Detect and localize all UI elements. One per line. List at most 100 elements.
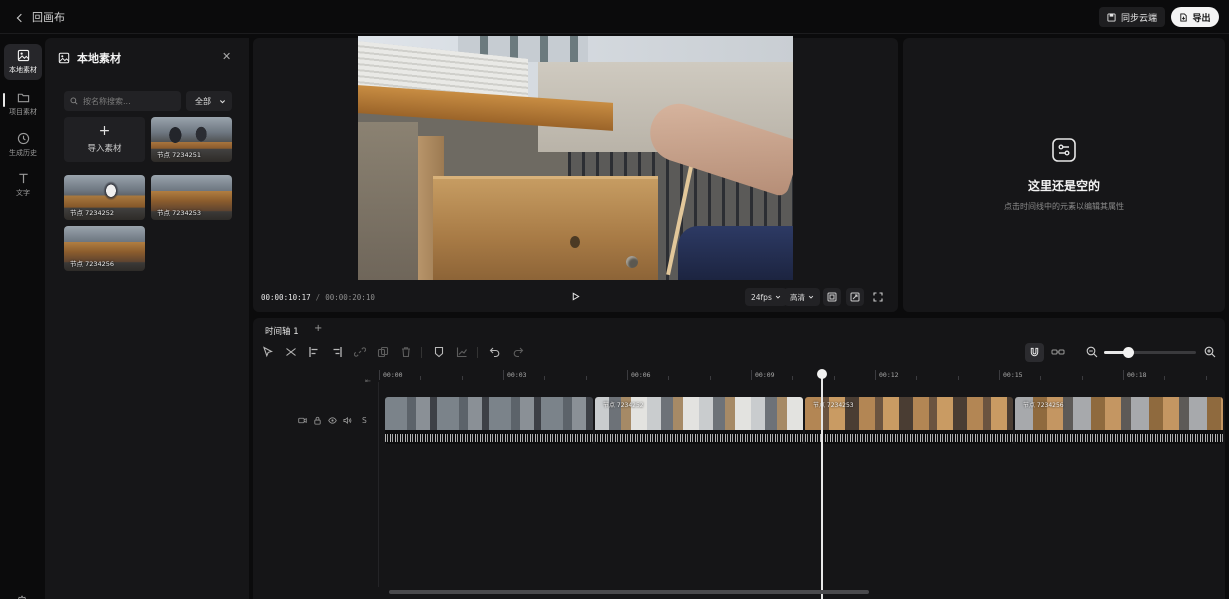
fullscreen-icon[interactable] (872, 291, 884, 303)
sync-label: 同步云端 (1121, 13, 1158, 24)
export-icon (1180, 12, 1188, 22)
ruler-tick-label: 00:15 (1003, 371, 1023, 379)
eye-icon[interactable] (328, 416, 337, 425)
sync-cloud-button[interactable]: 同步云端 (1099, 7, 1166, 27)
zoom-in-icon[interactable] (1204, 346, 1216, 358)
time-ruler[interactable]: 00:00 00:03 00:06 00:09 00:12 00:15 00:18 (379, 368, 1225, 382)
magnet-icon (1030, 347, 1039, 357)
clip-frames (385, 397, 593, 430)
gear-icon[interactable] (15, 595, 29, 599)
snap-magnet-button[interactable] (1025, 343, 1044, 362)
marker-icon[interactable] (433, 346, 445, 358)
export-button[interactable]: 导出 (1171, 7, 1219, 27)
assets-title-text: 本地素材 (77, 52, 121, 65)
ruler-minor-tick (585, 376, 587, 380)
align-right-icon[interactable] (331, 346, 343, 358)
asset-thumbnail[interactable]: 节点 7234256 (64, 226, 145, 271)
close-icon[interactable]: ✕ (222, 51, 232, 62)
chevron-down-icon (775, 295, 781, 299)
clip-caption: 节点 7234252 (603, 402, 644, 409)
playhead[interactable] (817, 369, 827, 599)
timeline-clip[interactable]: 节点 7234253 (805, 397, 1013, 444)
volume-icon[interactable] (343, 416, 352, 425)
aspect-ratio-button[interactable] (823, 288, 841, 306)
ruler-minor-tick (1164, 376, 1166, 380)
copy-icon[interactable] (377, 346, 389, 358)
align-left-icon[interactable] (308, 346, 320, 358)
left-rail: 本地素材 项目素材 生成历史 文字 (0, 38, 45, 599)
top-bar: 回画布 同步云端 导出 (0, 0, 1229, 34)
ruler-minor-tick (668, 376, 670, 380)
link-icon[interactable] (353, 346, 367, 358)
link-tracks-icon[interactable] (1051, 346, 1065, 358)
playhead-handle[interactable] (817, 369, 827, 379)
clip-caption: 节点 7234253 (813, 402, 854, 409)
video-track-icon[interactable] (298, 416, 307, 425)
undo-icon[interactable] (489, 346, 501, 358)
safe-area-icon (850, 292, 860, 302)
timeline-clip[interactable] (385, 397, 593, 444)
redo-icon[interactable] (512, 346, 524, 358)
assets-panel: 本地素材 ✕ 按名称搜索... 全部 + 导入素材 节点 7234251 节点 … (45, 38, 249, 599)
add-timeline-button[interactable]: + (314, 323, 322, 334)
rail-item-project-assets[interactable]: 项目素材 (4, 86, 42, 122)
folder-icon (17, 93, 29, 103)
ruler-minor-tick (792, 376, 794, 380)
ruler-tick-label: 00:06 (631, 371, 651, 379)
time-separator: / (315, 293, 321, 302)
timeline-scrollbar-thumb[interactable] (389, 590, 869, 594)
rail-label: 文字 (16, 189, 30, 197)
ruler-minor-tick (544, 376, 546, 380)
timeline-clip[interactable]: 节点 7234252 (595, 397, 803, 444)
rail-item-history[interactable]: 生成历史 (4, 127, 42, 163)
quality-select[interactable]: 高清 (784, 288, 820, 306)
asset-thumbnail[interactable]: 节点 7234252 (64, 175, 145, 220)
rail-item-local-assets[interactable]: 本地素材 (4, 44, 42, 80)
import-assets-button[interactable]: + 导入素材 (64, 117, 145, 162)
back-to-canvas-button[interactable]: 回画布 (16, 9, 65, 25)
chevron-left-icon (16, 13, 26, 22)
select-tool-icon[interactable] (262, 346, 274, 358)
timeline-scrollbar[interactable] (379, 588, 1225, 596)
aspect-ratio-icon (827, 292, 837, 302)
import-label: 导入素材 (87, 144, 122, 154)
fps-select[interactable]: 24fps (745, 288, 787, 306)
audio-waveform (1015, 434, 1223, 442)
rail-item-text[interactable]: 文字 (4, 167, 42, 203)
search-input[interactable]: 按名称搜索... (64, 91, 181, 111)
zoom-slider-handle[interactable] (1122, 347, 1134, 358)
ruler-major-tick (1123, 370, 1124, 380)
ruler-minor-tick (1081, 376, 1083, 380)
split-tool-icon[interactable] (285, 346, 297, 358)
asset-thumbnail[interactable]: 节点 7234251 (151, 117, 232, 162)
video-drawer-hole (570, 236, 580, 248)
preview-panel: 00:00:10:17 / 00:00:20:10 24fps 高清 (253, 36, 898, 312)
zoom-slider[interactable] (1104, 347, 1196, 358)
play-icon[interactable] (571, 292, 580, 301)
plus-icon: + (98, 123, 111, 139)
curve-icon[interactable] (456, 346, 468, 358)
delete-icon[interactable] (400, 346, 412, 358)
rail-label: 项目素材 (9, 108, 37, 116)
safe-area-button[interactable] (846, 288, 864, 306)
lock-icon[interactable] (313, 416, 322, 425)
zoom-out-icon[interactable] (1086, 346, 1098, 358)
video-sleeve (678, 226, 793, 280)
filter-select[interactable]: 全部 (186, 91, 232, 111)
tab-timeline-1[interactable]: 时间轴 1 (265, 325, 299, 337)
asset-thumbnail[interactable]: 节点 7234253 (151, 175, 232, 220)
search-icon (70, 97, 78, 105)
chevron-down-icon (808, 295, 814, 299)
search-placeholder: 按名称搜索... (83, 96, 131, 106)
audio-waveform (385, 434, 593, 442)
ruler-tick-label: 00:12 (879, 371, 899, 379)
track-solo-label[interactable]: S (362, 416, 367, 425)
video-drawer-knob (626, 256, 638, 268)
ruler-minor-tick (1205, 376, 1207, 380)
asset-caption: 节点 7234253 (157, 209, 202, 217)
audio-waveform (595, 434, 803, 442)
video-preview[interactable] (358, 36, 793, 280)
image-icon (17, 49, 29, 62)
timeline-clip[interactable]: 节点 7234256 (1015, 397, 1223, 444)
asset-caption: 节点 7234251 (157, 151, 202, 159)
